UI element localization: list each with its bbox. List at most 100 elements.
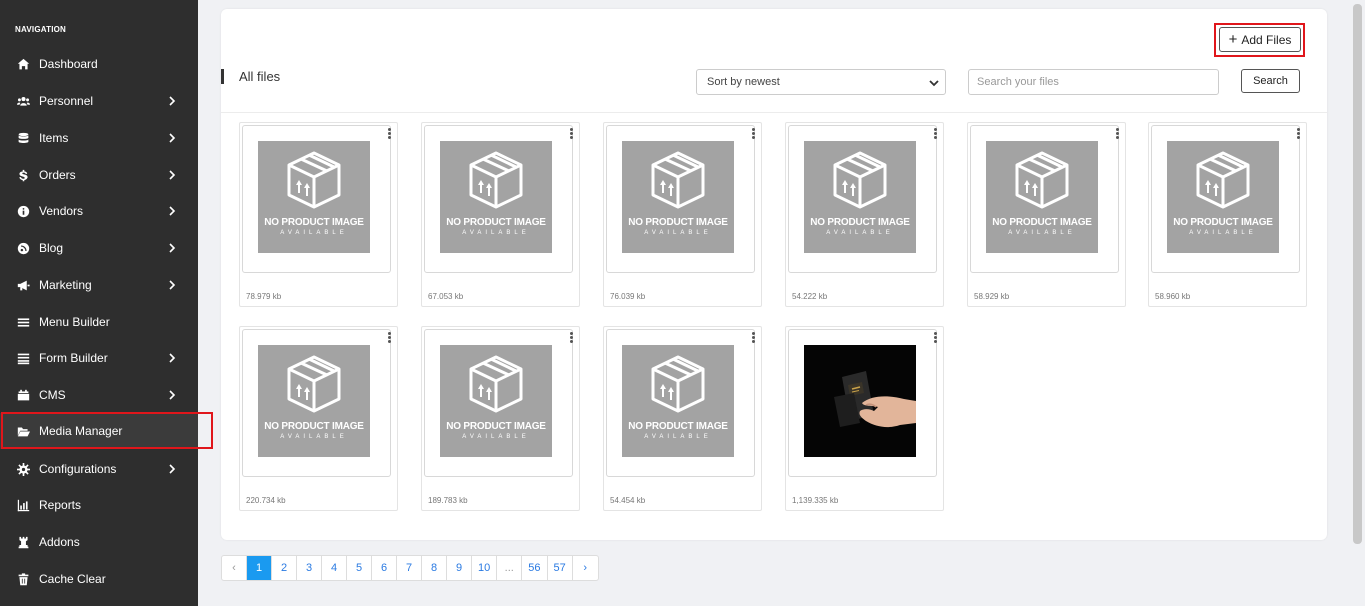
- sidebar-item-form-builder[interactable]: Form Builder: [0, 340, 198, 376]
- add-files-button[interactable]: + Add Files: [1219, 27, 1301, 52]
- scrollbar[interactable]: [1350, 0, 1365, 606]
- sidebar-item-label: Blog: [39, 241, 64, 255]
- placeholder-line2: AVAILABLE: [1008, 230, 1076, 236]
- more-options-icon[interactable]: [934, 128, 938, 140]
- page-3[interactable]: 3: [297, 556, 322, 580]
- sidebar-item-blog[interactable]: Blog: [0, 230, 198, 266]
- page-4[interactable]: 4: [322, 556, 347, 580]
- pagination: ‹ 1 2 3 4 5 6 7 8 9 10... 56 57 ›: [221, 555, 599, 581]
- more-options-icon[interactable]: [1116, 128, 1120, 140]
- sidebar-item-label: Cache Clear: [39, 572, 106, 586]
- placeholder-line1: NO PRODUCT IMAGE: [992, 217, 1092, 228]
- sidebar: NAVIGATION Dashboard Personnel Items Orders…: [0, 0, 198, 606]
- sidebar-item-addons[interactable]: Addons: [0, 524, 198, 560]
- sidebar-item-orders[interactable]: Orders: [0, 157, 198, 193]
- no-image-placeholder: NO PRODUCT IMAGE AVAILABLE: [440, 345, 552, 457]
- page-5[interactable]: 5: [347, 556, 372, 580]
- page-6[interactable]: 6: [372, 556, 397, 580]
- placeholder-line1: NO PRODUCT IMAGE: [446, 217, 546, 228]
- placeholder-line1: NO PRODUCT IMAGE: [810, 217, 910, 228]
- file-size: 189.783 kb: [428, 496, 468, 505]
- file-thumbnail-photo: [804, 345, 916, 457]
- sidebar-item-label: Dashboard: [39, 57, 98, 71]
- more-options-icon[interactable]: [570, 128, 574, 140]
- page-57[interactable]: 57: [548, 556, 573, 580]
- file-tile[interactable]: NO PRODUCT IMAGE AVAILABLE 67.053 kb: [421, 122, 580, 307]
- sidebar-item-cms[interactable]: CMS: [0, 377, 198, 413]
- prev-page-button[interactable]: ‹: [222, 556, 247, 580]
- file-size: 54.454 kb: [610, 496, 646, 505]
- file-tile[interactable]: 1,139.335 kb: [785, 326, 944, 511]
- dollar-icon: [16, 168, 30, 182]
- no-image-placeholder: NO PRODUCT IMAGE AVAILABLE: [986, 141, 1098, 253]
- sidebar-item-reports[interactable]: Reports: [0, 487, 198, 523]
- database-icon: [16, 131, 30, 145]
- placeholder-line2: AVAILABLE: [644, 230, 712, 236]
- more-options-icon[interactable]: [388, 332, 392, 344]
- placeholder-line2: AVAILABLE: [826, 230, 894, 236]
- no-image-placeholder: NO PRODUCT IMAGE AVAILABLE: [258, 141, 370, 253]
- scrollbar-thumb[interactable]: [1353, 4, 1362, 544]
- sidebar-item-items[interactable]: Items: [0, 120, 198, 156]
- sidebar-item-menu-builder[interactable]: Menu Builder: [0, 304, 198, 340]
- next-page-button[interactable]: ›: [573, 556, 598, 580]
- file-tile[interactable]: NO PRODUCT IMAGE AVAILABLE 220.734 kb: [239, 326, 398, 511]
- file-tile[interactable]: NO PRODUCT IMAGE AVAILABLE 58.929 kb: [967, 122, 1126, 307]
- sidebar-item-personnel[interactable]: Personnel: [0, 83, 198, 119]
- sidebar-item-dashboard[interactable]: Dashboard: [0, 46, 198, 82]
- sort-select[interactable]: Sort by newest: [696, 69, 946, 95]
- search-button[interactable]: Search: [1241, 69, 1300, 93]
- placeholder-line1: NO PRODUCT IMAGE: [264, 217, 364, 228]
- sidebar-item-cache-clear[interactable]: Cache Clear: [0, 561, 198, 597]
- file-size: 54.222 kb: [792, 292, 828, 301]
- page-ellipsis[interactable]: ...: [497, 556, 523, 580]
- megaphone-icon: [16, 278, 30, 292]
- chevron-right-icon: [168, 95, 180, 107]
- more-options-icon[interactable]: [934, 332, 938, 344]
- page-9[interactable]: 9: [447, 556, 472, 580]
- gear-icon: [16, 462, 30, 476]
- users-icon: [16, 94, 30, 108]
- blog-icon: [16, 241, 30, 255]
- more-options-icon[interactable]: [752, 332, 756, 344]
- sidebar-item-media-manager[interactable]: Media Manager: [0, 413, 198, 449]
- page-2[interactable]: 2: [272, 556, 297, 580]
- trash-icon: [16, 572, 30, 586]
- file-size: 76.039 kb: [610, 292, 646, 301]
- chevron-down-icon: [929, 78, 939, 90]
- placeholder-line1: NO PRODUCT IMAGE: [628, 217, 728, 228]
- more-options-icon[interactable]: [388, 128, 392, 140]
- file-tile[interactable]: NO PRODUCT IMAGE AVAILABLE 78.979 kb: [239, 122, 398, 307]
- page-8[interactable]: 8: [422, 556, 447, 580]
- chevron-right-icon: [168, 463, 180, 475]
- file-tile[interactable]: NO PRODUCT IMAGE AVAILABLE 76.039 kb: [603, 122, 762, 307]
- sidebar-item-vendors[interactable]: Vendors: [0, 193, 198, 229]
- page-56[interactable]: 56: [522, 556, 548, 580]
- info-icon: [16, 204, 30, 218]
- page-10[interactable]: 10: [472, 556, 498, 580]
- sidebar-item-label: Configurations: [39, 462, 117, 476]
- more-options-icon[interactable]: [752, 128, 756, 140]
- page-title: All files: [239, 69, 281, 84]
- file-tile[interactable]: NO PRODUCT IMAGE AVAILABLE 58.960 kb: [1148, 122, 1307, 307]
- chevron-right-icon: [168, 169, 180, 181]
- file-size: 67.053 kb: [428, 292, 464, 301]
- placeholder-line1: NO PRODUCT IMAGE: [264, 421, 364, 432]
- file-size: 58.960 kb: [1155, 292, 1191, 301]
- sidebar-item-configurations[interactable]: Configurations: [0, 451, 198, 487]
- sidebar-item-label: Vendors: [39, 204, 84, 218]
- chevron-right-icon: [168, 389, 180, 401]
- sidebar-item-label: Personnel: [39, 94, 94, 108]
- more-options-icon[interactable]: [570, 332, 574, 344]
- search-input[interactable]: [968, 69, 1219, 95]
- file-tile[interactable]: NO PRODUCT IMAGE AVAILABLE 54.454 kb: [603, 326, 762, 511]
- more-options-icon[interactable]: [1297, 128, 1301, 140]
- page-1[interactable]: 1: [247, 556, 272, 580]
- placeholder-line2: AVAILABLE: [280, 434, 348, 440]
- sidebar-item-label: Items: [39, 131, 69, 145]
- sidebar-item-marketing[interactable]: Marketing: [0, 267, 198, 303]
- page-7[interactable]: 7: [397, 556, 422, 580]
- file-tile[interactable]: NO PRODUCT IMAGE AVAILABLE 54.222 kb: [785, 122, 944, 307]
- file-size: 1,139.335 kb: [792, 496, 839, 505]
- file-tile[interactable]: NO PRODUCT IMAGE AVAILABLE 189.783 kb: [421, 326, 580, 511]
